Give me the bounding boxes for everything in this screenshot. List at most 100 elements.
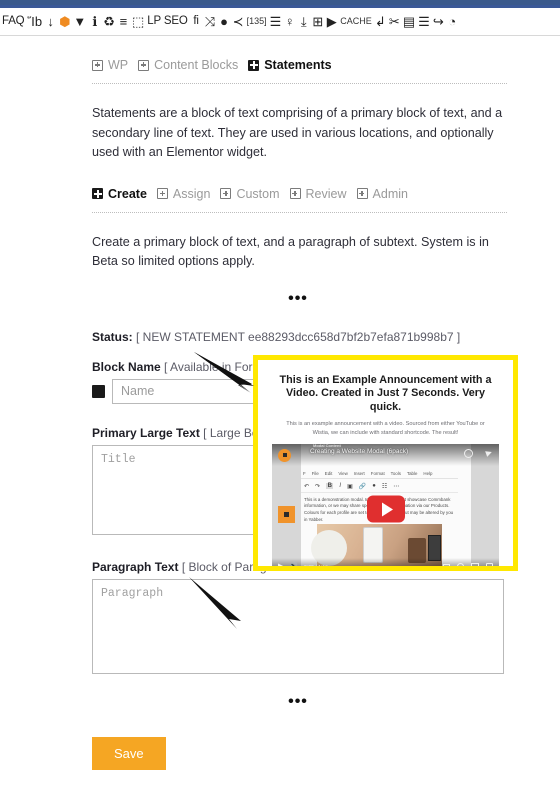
subtab-divider xyxy=(92,211,507,213)
info-icon[interactable]: ℹ xyxy=(89,12,100,32)
subtab-label: Custom xyxy=(236,186,280,201)
browser-chrome-inner xyxy=(0,0,560,5)
fi-bookmark[interactable]: fi xyxy=(191,12,202,32)
page-root: FAQ Ἵb ↓ ⬢ ▼ ℹ ♻ ≡ ⬚ LP SEO fi ⤨ ● ≺ [135] ☰ ♀ ⤓ ⊞ ▶ CACHE ↲ ✂ ▤… xyxy=(0,0,560,786)
channel-avatar xyxy=(278,448,291,462)
breadcrumb[interactable]: WP Content Blocks Statements xyxy=(92,36,512,72)
browser-bookmarks-toolbar[interactable]: FAQ Ἵb ↓ ⬢ ▼ ℹ ♻ ≡ ⬚ LP SEO fi ⤨ ● ≺ [135] ☰ ♀ ⤓ ⊞ ▶ CACHE ↲ ✂ ▤… xyxy=(0,8,560,36)
subtab-label: Create xyxy=(108,186,147,201)
pie-icon[interactable]: ◔ xyxy=(447,12,458,32)
video-embed[interactable]: F File Edit View Insert Format Tools Tab… xyxy=(272,443,499,569)
video-timecode: 0:00 / 1:56 xyxy=(304,563,329,569)
subtab-review[interactable]: Review xyxy=(289,186,347,201)
editor-menu-file: F xyxy=(303,471,306,477)
lp-bookmark[interactable]: LP xyxy=(147,12,161,32)
save-button[interactable]: Save xyxy=(92,736,166,770)
recycle-icon[interactable]: ♻ xyxy=(103,12,115,32)
subtab-custom[interactable]: Custom xyxy=(220,186,280,201)
captions-icon[interactable] xyxy=(443,563,450,566)
subtab-label: Assign xyxy=(172,186,211,201)
play-control-icon[interactable]: ▶ xyxy=(278,563,283,566)
download-icon[interactable]: ⤓ xyxy=(298,12,309,32)
link-icon: 🔗 xyxy=(358,483,367,490)
watch-later-icon[interactable] xyxy=(464,448,473,458)
redirect-icon[interactable]: ↪ xyxy=(433,12,444,32)
subtab-nav[interactable]: Create Assign Custom Review Admin xyxy=(92,163,512,201)
plus-filled-icon xyxy=(92,188,103,200)
volume-icon[interactable]: 🔊 xyxy=(289,563,298,566)
grid-icon: ☷ xyxy=(381,483,388,490)
editor-caption: Modal Content xyxy=(313,443,341,448)
editor-menu-tools: Tools xyxy=(390,471,401,477)
bank-icon[interactable]: Ἵb xyxy=(27,12,42,32)
paragraph-text-textarea[interactable] xyxy=(92,578,504,674)
plus-outline-icon xyxy=(156,188,168,200)
shuffle-icon[interactable]: ⤨ xyxy=(205,12,216,32)
settings-gear-icon[interactable] xyxy=(457,562,464,566)
plus-outline-icon xyxy=(92,59,103,71)
editor-menu-format: Format xyxy=(370,471,385,477)
seo-bookmark[interactable]: SEO xyxy=(164,12,188,32)
plus-filled-icon xyxy=(248,59,260,71)
subtab-assign[interactable]: Assign xyxy=(156,186,211,201)
status-line: Status: [ NEW STATEMENT ee88293dcc658d7b… xyxy=(92,330,512,344)
archive-icon[interactable]: ▤ xyxy=(403,12,415,32)
editor-menu-table: Table xyxy=(406,471,418,477)
status-label: Status: xyxy=(92,329,133,344)
announcement-subtext: This is an example announcement with a v… xyxy=(286,421,485,436)
browser-chrome-strip xyxy=(0,0,560,8)
box-icon[interactable]: ⬢ xyxy=(59,12,70,32)
announcement-headline: This is an Example Announcement with a V… xyxy=(279,374,492,413)
editor-menubar: F File Edit View Insert Format Tools Tab… xyxy=(301,470,458,479)
video-title[interactable]: Creating a Website Modal (6pack) xyxy=(310,448,408,455)
video-left-badge xyxy=(278,505,295,523)
subtab-create[interactable]: Create xyxy=(92,187,147,201)
plug-icon[interactable]: ↓ xyxy=(45,12,56,32)
video-controls-right xyxy=(443,562,493,566)
scissors-icon[interactable]: ✂ xyxy=(389,12,400,32)
undo-icon: ↶ xyxy=(304,483,310,490)
description-paragraph: Create a primary block of text, and a pa… xyxy=(92,234,489,269)
video-controls-bar[interactable]: ▶ 🔊 0:00 / 1:56 xyxy=(272,557,499,569)
plus-outline-icon xyxy=(289,188,301,200)
breadcrumb-item-wp[interactable]: WP xyxy=(92,58,128,72)
more-icon: ⋯ xyxy=(393,483,400,490)
import-icon[interactable]: ↲ xyxy=(375,12,386,32)
editor-menu-edit: Edit xyxy=(324,471,333,477)
breadcrumb-item-label: Statements xyxy=(264,58,332,72)
plus-outline-icon xyxy=(356,188,368,200)
primary-text-label: Primary Large Text xyxy=(92,425,200,440)
italic-icon: I xyxy=(339,483,342,490)
image-icon: ▣ xyxy=(347,483,353,490)
plus-outline-icon xyxy=(220,188,232,200)
fullscreen-icon[interactable] xyxy=(486,562,493,566)
breadcrumb-divider xyxy=(92,83,507,84)
announcement-preview-overlay: This is an Example Announcement with a V… xyxy=(253,355,518,571)
pin-icon[interactable]: ♀ xyxy=(284,12,295,32)
redo-icon: ↷ xyxy=(315,483,321,490)
paragraph-text-label: Paragraph Text xyxy=(92,559,179,574)
subtab-label: Review xyxy=(305,186,347,201)
list-icon[interactable]: ≡ xyxy=(118,12,129,32)
subtab-label: Admin xyxy=(372,186,408,201)
filter-icon[interactable]: ▼ xyxy=(73,12,86,32)
breadcrumb-item-content-blocks[interactable]: Content Blocks xyxy=(138,58,238,72)
add-block-name-icon[interactable] xyxy=(92,384,105,398)
subtab-admin[interactable]: Admin xyxy=(356,186,408,201)
share-icon[interactable]: ≺ xyxy=(233,12,244,32)
video-icon[interactable]: ▶ xyxy=(326,12,337,32)
bold-icon: B xyxy=(326,483,334,490)
faq-bookmark[interactable]: FAQ xyxy=(2,12,25,32)
editor-menu-view: View xyxy=(338,471,348,477)
cache-bookmark[interactable]: CACHE xyxy=(340,12,372,32)
document-icon[interactable]: ☰ xyxy=(270,12,282,32)
sitemap-icon[interactable]: ⊞ xyxy=(312,12,323,32)
menu-icon[interactable]: ☰ xyxy=(418,12,430,32)
user-icon[interactable]: ● xyxy=(219,12,230,32)
play-button[interactable] xyxy=(366,495,405,523)
frame-icon[interactable]: ⬚ xyxy=(132,12,144,32)
count-badge[interactable]: [135] xyxy=(247,12,267,32)
cast-icon[interactable] xyxy=(471,563,479,566)
status-value: [ NEW STATEMENT ee88293dcc658d7bf2b7efa8… xyxy=(136,329,461,344)
breadcrumb-item-statements[interactable]: Statements xyxy=(248,58,332,72)
